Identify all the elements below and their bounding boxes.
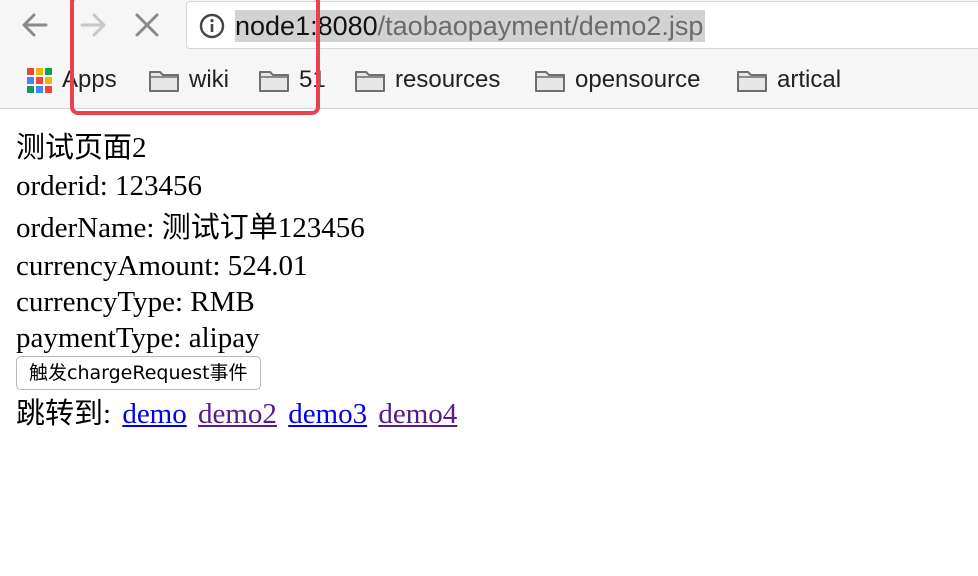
bookmark-opensource[interactable]: opensource [534, 58, 700, 102]
address-bar[interactable]: node1:8080/taobaopayment/demo2.jsp [186, 1, 978, 49]
order-name: orderName: 测试订单123456 [16, 212, 365, 244]
charge-request-button[interactable]: 触发chargeRequest事件 [16, 356, 261, 390]
bookmark-resources[interactable]: resources [354, 58, 500, 102]
forward-button[interactable] [74, 6, 112, 44]
payment-type: paymentType: alipay [16, 322, 260, 354]
currency-amount: currencyAmount: 524.01 [16, 250, 308, 282]
browser-chrome: node1:8080/taobaopayment/demo2.jsp Apps [0, 0, 978, 115]
info-icon[interactable] [199, 13, 225, 39]
bookmark-label: 51 [299, 66, 326, 93]
link-demo4[interactable]: demo4 [378, 398, 457, 430]
stop-button[interactable] [128, 6, 166, 44]
bookmark-artical[interactable]: artical [736, 58, 841, 102]
stop-icon [135, 13, 159, 37]
bookmark-51[interactable]: 51 [258, 58, 326, 102]
currency-type: currencyType: RMB [16, 286, 255, 318]
url-path: /taobaopayment/demo2.jsp [377, 11, 704, 41]
folder-icon [149, 71, 179, 92]
order-id: orderid: 123456 [16, 170, 203, 202]
folder-icon [355, 71, 385, 92]
link-demo2[interactable]: demo2 [198, 398, 277, 430]
url-text[interactable]: node1:8080/taobaopayment/demo2.jsp [235, 10, 706, 42]
folder-icon [259, 71, 289, 92]
forward-arrow-icon [80, 13, 106, 37]
back-button[interactable] [16, 6, 54, 44]
bookmark-wiki[interactable]: wiki [148, 58, 229, 102]
back-arrow-icon [22, 13, 48, 37]
jump-to-row: 跳转到: demo demo2 demo3 demo4 [16, 396, 457, 432]
link-demo3[interactable]: demo3 [288, 398, 367, 430]
bookmark-label: opensource [575, 66, 701, 93]
link-demo[interactable]: demo [122, 398, 186, 430]
folder-icon [535, 71, 565, 92]
page-title: 测试页面2 [16, 132, 147, 164]
bookmark-label: Apps [62, 66, 117, 93]
url-host: node1:8080 [235, 11, 378, 41]
bookmarks-bar: Apps wiki 51 resources opensource artica… [0, 58, 978, 102]
apps-grid-icon [27, 67, 52, 93]
bookmark-apps[interactable]: Apps [26, 58, 117, 102]
bookmark-label: resources [395, 66, 501, 93]
bookmark-label: artical [777, 66, 842, 93]
bookmark-label: wiki [189, 66, 229, 93]
jump-label: 跳转到: [16, 398, 112, 430]
folder-icon [737, 71, 767, 92]
